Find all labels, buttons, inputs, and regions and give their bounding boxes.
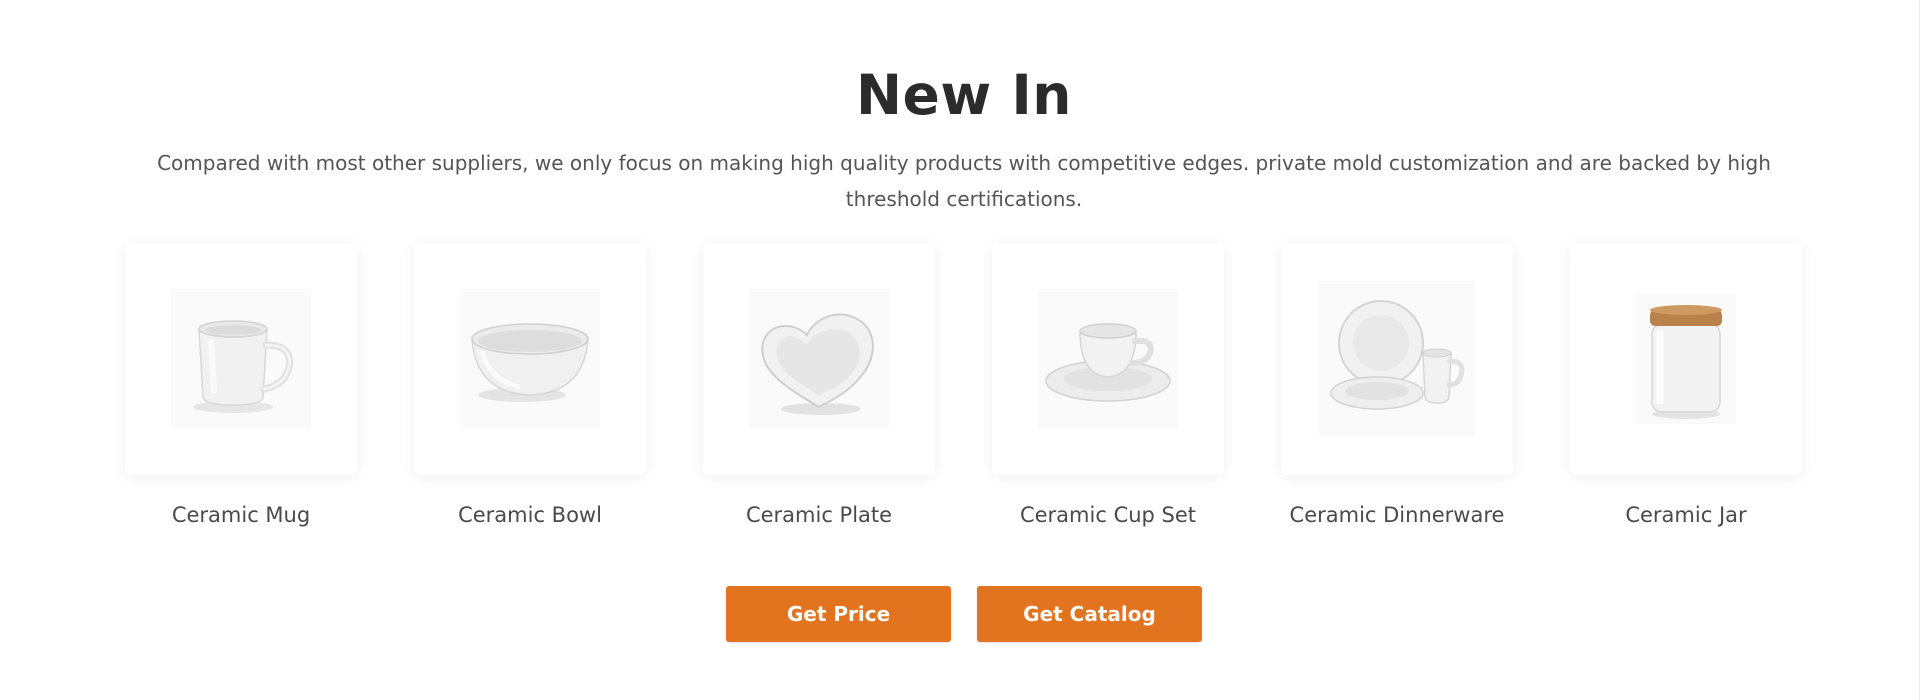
product-grid: Ceramic Mug Ceramic Bowl Ceramic Plate C… [125,243,1805,543]
product-image-card[interactable] [125,243,357,475]
new-in-section: New In Compared with most other supplier… [0,0,1920,700]
product-image-card[interactable] [1570,243,1802,475]
product-card-plate[interactable]: Ceramic Plate [703,243,935,527]
dinnerware-icon [1319,281,1475,437]
product-image-card[interactable] [1281,243,1513,475]
heart-plate-icon [749,289,889,429]
product-name[interactable]: Ceramic Dinnerware [1281,503,1513,527]
mug-icon [171,289,311,429]
product-name[interactable]: Ceramic Plate [703,503,935,527]
section-description: Compared with most other suppliers, we o… [157,151,1771,211]
get-catalog-button[interactable]: Get Catalog [977,586,1202,642]
cup-saucer-icon [1038,289,1178,429]
product-name[interactable]: Ceramic Cup Set [992,503,1224,527]
section-title: New In [856,63,1072,127]
product-card-bowl[interactable]: Ceramic Bowl [414,243,646,527]
product-card-dinnerware[interactable]: Ceramic Dinnerware [1281,243,1513,527]
get-price-button[interactable]: Get Price [726,586,951,642]
product-card-cup-set[interactable]: Ceramic Cup Set [992,243,1224,527]
product-name[interactable]: Ceramic Mug [125,503,357,527]
product-image-card[interactable] [414,243,646,475]
product-image-card[interactable] [703,243,935,475]
product-name[interactable]: Ceramic Bowl [414,503,646,527]
jar-icon [1636,294,1736,424]
product-card-mug[interactable]: Ceramic Mug [125,243,357,527]
product-image-card[interactable] [992,243,1224,475]
product-card-jar[interactable]: Ceramic Jar [1570,243,1802,527]
product-name[interactable]: Ceramic Jar [1570,503,1802,527]
bowl-icon [460,289,600,429]
